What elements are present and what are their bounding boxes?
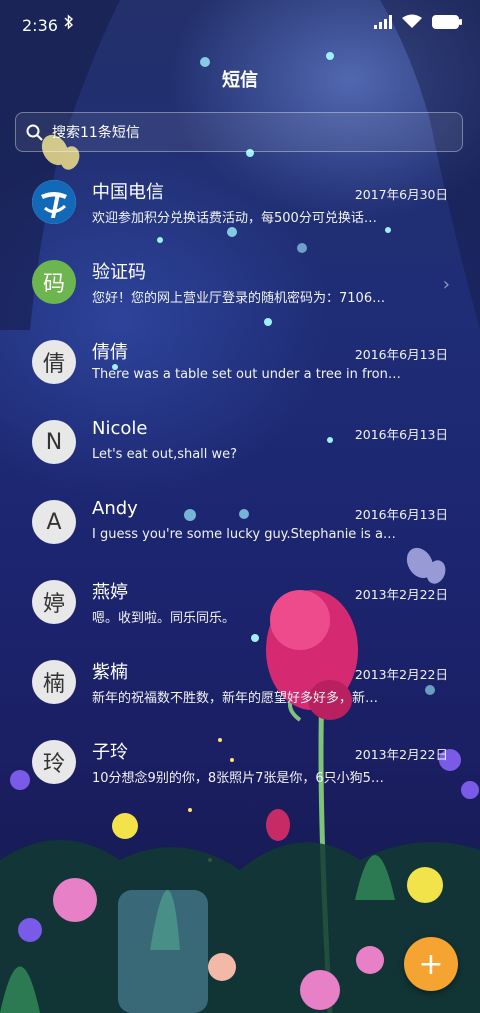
avatar: 楠 — [32, 660, 76, 704]
message-date: 2016年6月13日 — [354, 507, 448, 522]
status-time: 2:36 — [22, 16, 58, 35]
avatar: A — [32, 500, 76, 544]
message-date: 2013年2月22日 — [354, 587, 448, 602]
message-snippet: 欢迎参加积分兑换话费活动，每500分可兑换话… — [92, 211, 377, 226]
message-date: 2013年2月22日 — [354, 747, 448, 762]
battery-icon — [432, 14, 462, 33]
conversation-item[interactable]: 倩 倩倩 2016年6月13日 There was a table set ou… — [0, 322, 480, 402]
avatar: N — [32, 420, 76, 464]
message-snippet: 您好！您的网上营业厅登录的随机密码为：7106… — [92, 291, 386, 306]
page-title: 短信 — [222, 70, 258, 91]
message-date: 2017年6月30日 — [354, 187, 448, 202]
conversation-item[interactable]: N Nicole 2016年6月13日 Let's eat out,shall … — [0, 402, 480, 482]
contact-name: 紫楠 — [92, 662, 128, 683]
search-icon — [26, 124, 43, 145]
status-bar: 2:36 — [0, 0, 480, 50]
new-message-button[interactable]: + — [404, 937, 458, 991]
message-snippet: 10分想念9别的你，8张照片7张是你，6只小狗5… — [92, 771, 384, 786]
message-date: 2016年6月13日 — [354, 427, 448, 442]
bluetooth-icon — [64, 14, 74, 34]
conversation-item[interactable]: 楠 紫楠 2013年2月22日 新年的祝福数不胜数，新年的愿望好多好多，新… — [0, 642, 480, 722]
message-snippet: There was a table set out under a tree i… — [92, 367, 401, 382]
conversation-item[interactable]: 中国电信 2017年6月30日 欢迎参加积分兑换话费活动，每500分可兑换话… — [0, 162, 480, 242]
message-date: 2013年2月22日 — [354, 667, 448, 682]
china-telecom-logo-icon — [32, 180, 76, 224]
search-bar[interactable] — [15, 112, 463, 153]
contact-name: 子玲 — [92, 742, 128, 763]
signal-icon — [374, 14, 392, 33]
message-snippet: Let's eat out,shall we? — [92, 447, 238, 462]
contact-name: 验证码 — [92, 262, 146, 283]
message-date: 2016年6月13日 — [354, 347, 448, 362]
avatar: 玲 — [32, 740, 76, 784]
contact-name: 倩倩 — [92, 342, 128, 363]
conversation-item[interactable]: 码 验证码 › 您好！您的网上营业厅登录的随机密码为：7106… — [0, 242, 480, 322]
avatar: 婷 — [32, 580, 76, 624]
add-icon: + — [418, 946, 444, 982]
message-snippet: 嗯。收到啦。同乐同乐。 — [92, 611, 236, 626]
chevron-right-icon: › — [442, 274, 450, 295]
contact-name: Nicole — [92, 418, 148, 439]
search-input[interactable] — [50, 113, 454, 153]
avatar: 倩 — [32, 340, 76, 384]
conversation-item[interactable]: 玲 子玲 2013年2月22日 10分想念9别的你，8张照片7张是你，6只小狗5… — [0, 722, 480, 802]
contact-name: 燕婷 — [92, 582, 128, 603]
message-snippet: I guess you're some lucky guy.Stephanie … — [92, 527, 396, 542]
contact-name: 中国电信 — [92, 182, 164, 203]
contact-name: Andy — [92, 498, 138, 519]
avatar: 码 — [32, 260, 76, 304]
conversation-item[interactable]: 婷 燕婷 2013年2月22日 嗯。收到啦。同乐同乐。 — [0, 562, 480, 642]
conversation-item[interactable]: A Andy 2016年6月13日 I guess you're some lu… — [0, 482, 480, 562]
wifi-icon — [402, 14, 422, 33]
message-snippet: 新年的祝福数不胜数，新年的愿望好多好多，新… — [92, 691, 379, 706]
conversation-list: 中国电信 2017年6月30日 欢迎参加积分兑换话费活动，每500分可兑换话… … — [0, 162, 480, 802]
